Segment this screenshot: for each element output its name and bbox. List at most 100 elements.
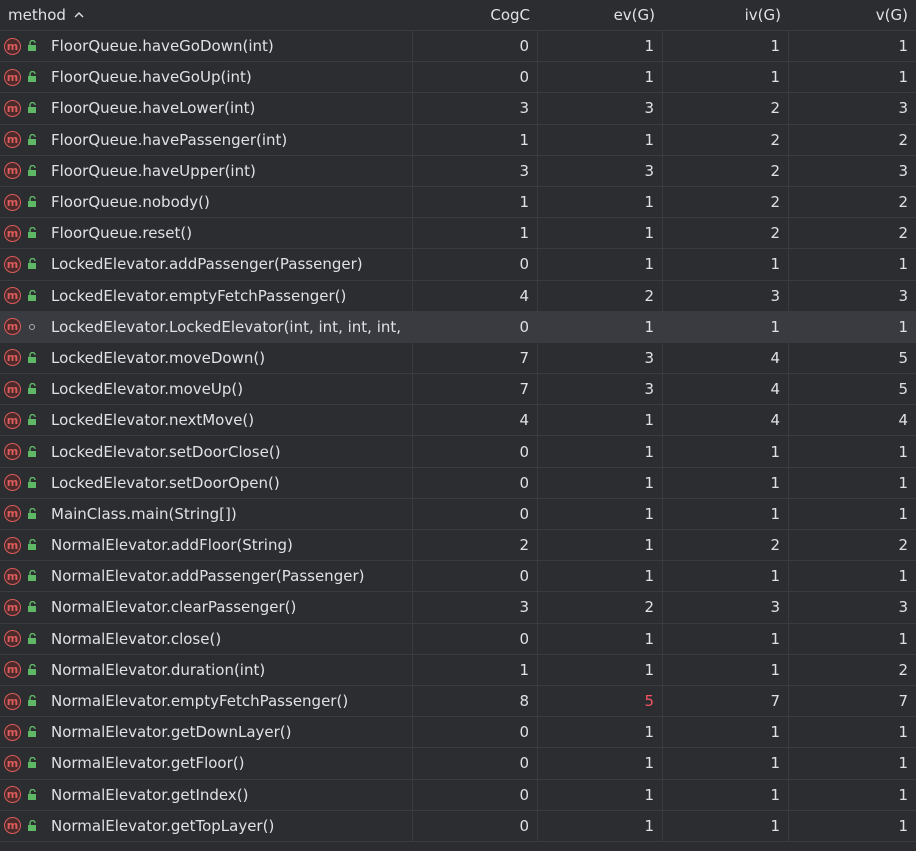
method-name: MainClass.main(String[]) [51,504,237,523]
iv-cell: 1 [663,810,789,841]
v-cell: 3 [898,161,908,180]
public-lock-icon [25,819,39,833]
method-icon: m [4,287,21,305]
table-row[interactable]: m NormalElevator.getIndex() 0 1 1 1 [0,779,916,811]
table-row[interactable]: m LockedElevator.setDoorOpen() 0 1 1 1 [0,467,916,499]
table-row[interactable]: m NormalElevator.addFloor(String) 2 1 2 2 [0,530,916,562]
v-cell: 1 [898,255,908,274]
table-row[interactable]: m NormalElevator.getDownLayer() 0 1 1 1 [0,717,916,749]
public-lock-icon [25,445,39,459]
iv-cell: 1 [663,779,789,810]
ev-cell: 1 [538,31,663,62]
table-row[interactable]: m LockedElevator.LockedElevator(int, int,… [0,311,916,343]
table-row[interactable]: m LockedElevator.moveUp() 7 3 4 5 [0,374,916,406]
method-name: NormalElevator.getFloor() [51,754,245,773]
table-row[interactable]: m FloorQueue.haveLower(int) 3 3 2 3 [0,93,916,125]
table-row[interactable]: m LockedElevator.addPassenger(Passenger) 0… [0,249,916,281]
ev-cell: 1 [538,530,663,561]
ev-cell: 1 [538,436,663,467]
v-cell: 3 [898,99,908,118]
iv-cell: 1 [663,436,789,467]
table-row[interactable]: m NormalElevator.getFloor() 0 1 1 1 [0,748,916,780]
iv-cell: 4 [663,374,789,405]
table-header: method CogC ev(G) iv(G) v(G) [0,0,916,31]
ev-cell: 3 [538,374,663,405]
ev-cell: 1 [538,654,663,685]
column-header-v[interactable]: v(G) [789,0,916,31]
table-row[interactable]: m NormalElevator.addPassenger(Passenger) 0… [0,561,916,593]
method-icon: m [4,224,21,242]
v-cell: 1 [898,68,908,87]
table-row[interactable]: m LockedElevator.setDoorClose() 0 1 1 1 [0,436,916,468]
ev-cell: 1 [538,249,663,280]
table-row[interactable]: m NormalElevator.duration(int) 1 1 1 2 [0,654,916,686]
iv-cell: 1 [663,62,789,93]
method-icon: m [4,630,21,648]
column-header-method[interactable]: method [0,0,413,31]
method-name: FloorQueue.haveGoDown(int) [51,37,274,56]
metrics-table: method CogC ev(G) iv(G) v(G) m FloorQueue… [0,0,916,851]
method-icon: m [4,567,21,585]
method-name: FloorQueue.haveLower(int) [51,99,256,118]
method-name: FloorQueue.reset() [51,224,193,243]
table-row[interactable]: m FloorQueue.nobody() 1 1 2 2 [0,186,916,219]
public-lock-icon [25,195,39,209]
column-header-cogc[interactable]: CogC [413,0,538,31]
public-lock-icon [25,507,39,521]
table-row[interactable]: m FloorQueue.havePassenger(int) 1 1 2 2 [0,124,916,156]
ev-cell: 1 [538,748,663,779]
table-row[interactable]: m NormalElevator.close() 0 1 1 1 [0,623,916,655]
method-icon: m [4,474,21,492]
table-row[interactable]: m FloorQueue.haveGoDown(int) 0 1 1 1 [0,31,916,63]
iv-cell: 1 [663,31,789,62]
method-icon: m [4,193,21,211]
v-cell: 1 [898,785,908,804]
table-row[interactable]: m FloorQueue.reset() 1 1 2 2 [0,218,916,250]
method-cell: m LockedElevator.setDoorOpen() [0,467,413,498]
table-row[interactable]: m NormalElevator.clearPassenger() 3 2 3 3 [0,592,916,624]
iv-cell: 1 [663,311,789,342]
method-icon: m [4,692,21,710]
method-name: NormalElevator.emptyFetchPassenger() [51,692,349,711]
method-cell: m FloorQueue.nobody() [0,186,413,218]
v-cell: 2 [898,193,908,212]
cogc-cell: 0 [413,748,538,779]
ev-cell: 1 [538,124,663,155]
table-row[interactable]: m LockedElevator.nextMove() 4 1 4 4 [0,405,916,437]
method-cell: m NormalElevator.close() [0,623,413,654]
method-name: LockedElevator.moveDown() [51,348,266,367]
column-header-ev[interactable]: ev(G) [538,0,663,31]
v-cell: 7 [898,692,908,711]
table-row[interactable]: m NormalElevator.getTopLayer() 0 1 1 1 [0,810,916,842]
v-cell: 3 [898,286,908,305]
v-cell: 1 [898,37,908,56]
method-cell: m NormalElevator.getDownLayer() [0,717,413,748]
ev-cell: 1 [538,218,663,249]
method-cell: m LockedElevator.emptyFetchPassenger() [0,280,413,311]
public-lock-icon [25,289,39,303]
method-cell: m FloorQueue.haveUpper(int) [0,155,413,186]
public-lock-icon [25,351,39,365]
method-icon: m [4,411,21,429]
cogc-cell: 0 [413,623,538,654]
cogc-cell: 0 [413,249,538,280]
table-row[interactable]: m FloorQueue.haveGoUp(int) 0 1 1 1 [0,62,916,94]
public-lock-icon [25,788,39,802]
method-name: NormalElevator.addPassenger(Passenger) [51,567,365,586]
table-row[interactable]: m LockedElevator.emptyFetchPassenger() 4 2 3… [0,280,916,312]
method-cell: m FloorQueue.havePassenger(int) [0,124,413,155]
v-cell: 2 [898,536,908,555]
cogc-cell: 3 [413,155,538,186]
v-cell: 2 [898,224,908,243]
method-cell: m NormalElevator.addPassenger(Passenger) [0,561,413,592]
iv-cell: 2 [663,93,789,124]
table-row[interactable]: m NormalElevator.emptyFetchPassenger() 8 5 7… [0,685,916,718]
method-cell: m FloorQueue.haveLower(int) [0,93,413,124]
table-row[interactable]: m MainClass.main(String[]) 0 1 1 1 [0,498,916,530]
table-row[interactable]: m FloorQueue.haveUpper(int) 3 3 2 3 [0,155,916,187]
column-header-iv[interactable]: iv(G) [663,0,789,31]
ev-cell: 1 [538,623,663,654]
table-row[interactable]: m LockedElevator.moveDown() 7 3 4 5 [0,342,916,375]
method-cell: m NormalElevator.clearPassenger() [0,592,413,623]
column-header-method-label: method [8,5,66,24]
